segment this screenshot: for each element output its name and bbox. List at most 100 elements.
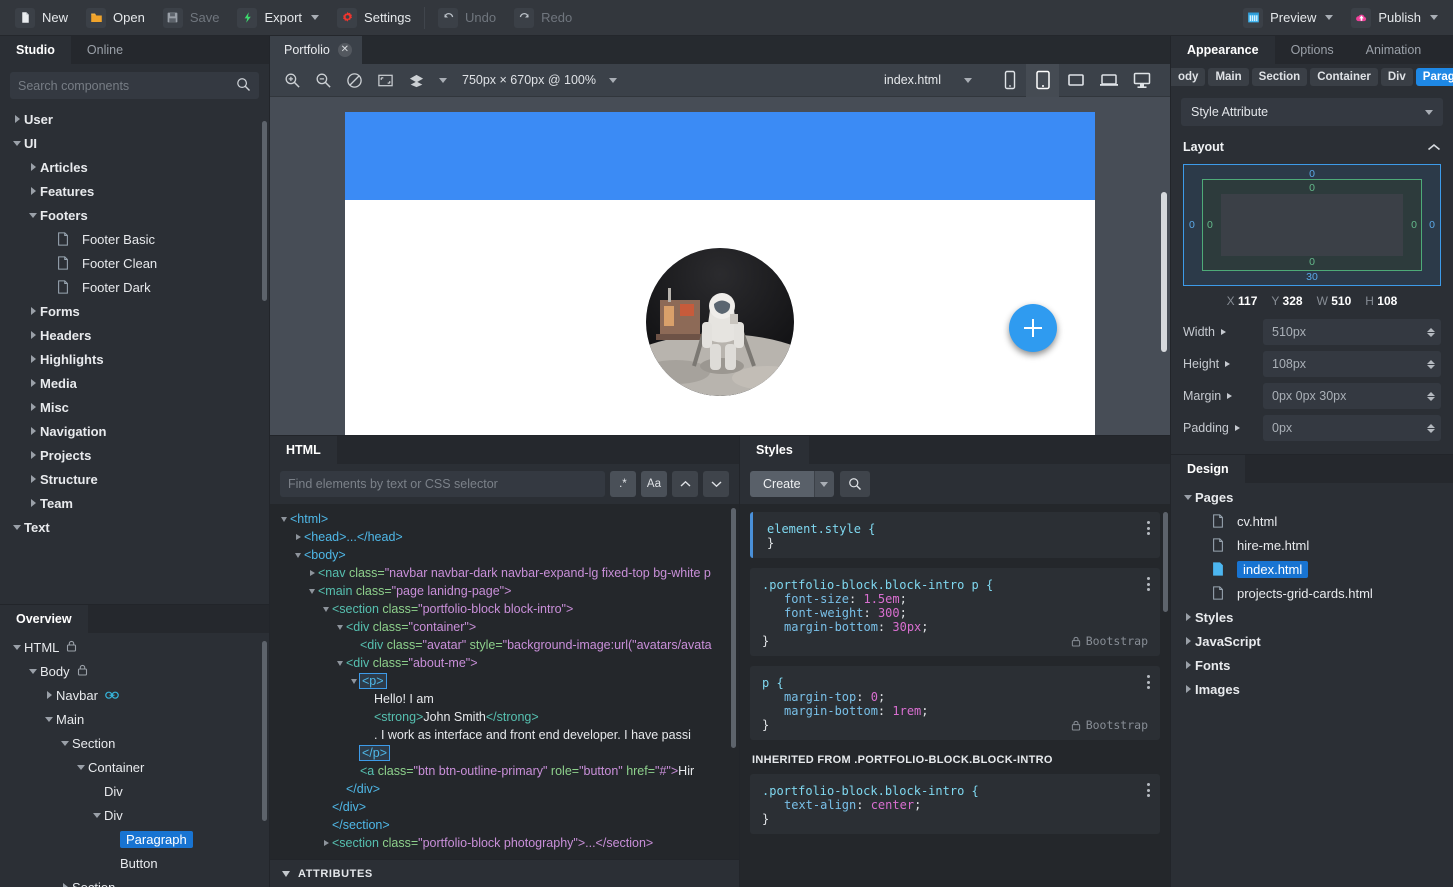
attributes-bar[interactable]: ATTRIBUTES (270, 859, 739, 887)
chevron-right-icon[interactable] (26, 427, 40, 435)
layers-chevron-down-icon[interactable] (439, 77, 447, 83)
chevron-down-icon[interactable] (334, 624, 346, 630)
save-button[interactable]: Save (154, 5, 229, 31)
overview-item-paragraph[interactable]: Paragraph (0, 827, 269, 851)
chevron-down-icon[interactable] (306, 588, 318, 594)
chevron-right-icon[interactable] (26, 451, 40, 459)
component-item-structure[interactable]: Structure (0, 467, 269, 491)
overview-item-main[interactable]: Main (0, 707, 269, 731)
overview-item-section[interactable]: Section (0, 875, 269, 887)
height-stepper[interactable] (1427, 359, 1437, 369)
width-stepper[interactable] (1427, 327, 1437, 337)
code-line[interactable]: <div class="container"> (270, 618, 739, 636)
component-item-team[interactable]: Team (0, 491, 269, 515)
styles-search-icon[interactable] (839, 471, 870, 497)
layers-icon[interactable] (406, 70, 426, 90)
code-line[interactable]: <html> (270, 510, 739, 528)
overview-item-button[interactable]: Button (0, 851, 269, 875)
chevron-right-icon[interactable] (26, 499, 40, 507)
tab-appearance[interactable]: Appearance (1171, 36, 1275, 64)
preview-button[interactable]: Preview (1234, 5, 1342, 31)
design-item-styles[interactable]: Styles (1171, 605, 1453, 629)
overview-item-html[interactable]: HTML (0, 635, 269, 659)
margin-right-value[interactable]: 0 (1429, 219, 1435, 231)
code-line[interactable]: </section> (270, 816, 739, 834)
canvas-viewport[interactable] (270, 97, 1170, 435)
code-tree-scrollbar[interactable] (731, 508, 736, 748)
code-line[interactable]: <body> (270, 546, 739, 564)
close-icon[interactable]: ✕ (337, 43, 352, 57)
component-item-footers[interactable]: Footers (0, 203, 269, 227)
search-icon[interactable] (236, 77, 251, 95)
code-line[interactable]: Hello! I am (270, 690, 739, 708)
component-item-text[interactable]: Text (0, 515, 269, 539)
overview-item-section[interactable]: Section (0, 731, 269, 755)
device-laptop-icon[interactable] (1092, 64, 1125, 97)
publish-button[interactable]: Publish (1342, 5, 1447, 31)
chevron-down-icon[interactable] (292, 552, 304, 558)
preview-intro-section[interactable] (345, 200, 1095, 430)
code-line[interactable]: <a class="btn btn-outline-primary" role=… (270, 762, 739, 780)
box-model-margin[interactable]: 0 0 0 30 0 0 0 0 (1183, 164, 1441, 286)
breadcrumb-item-div[interactable]: Div (1380, 68, 1413, 86)
code-line[interactable]: <nav class="navbar navbar-dark navbar-ex… (270, 564, 739, 582)
code-line[interactable]: </p> (270, 744, 739, 762)
preview-navbar[interactable] (345, 112, 1095, 200)
regex-toggle[interactable]: .* (609, 471, 636, 497)
open-button[interactable]: Open (77, 5, 154, 31)
chevron-down-icon[interactable] (278, 516, 290, 522)
chevron-right-icon[interactable] (26, 307, 40, 315)
tab-studio[interactable]: Studio (0, 36, 71, 64)
chevron-right-icon[interactable] (26, 403, 40, 411)
rule-menu-icon[interactable] (1147, 521, 1150, 535)
code-line[interactable]: <p> (270, 672, 739, 690)
create-label[interactable]: Create (750, 471, 814, 497)
device-tablet-icon[interactable] (1026, 63, 1059, 97)
canvas-filename-label[interactable]: index.html (884, 73, 941, 87)
export-button[interactable]: Export (228, 5, 328, 31)
zoom-out-icon[interactable] (313, 70, 333, 90)
breadcrumb-item-section[interactable]: Section (1251, 68, 1308, 86)
declaration-value[interactable]: 0 (871, 690, 878, 704)
overview-tree[interactable]: HTML Body Navbar Main Section Container Div Div… (0, 633, 269, 887)
find-next-button[interactable] (703, 471, 729, 497)
chevron-right-icon[interactable] (10, 115, 24, 123)
find-input[interactable] (288, 477, 597, 491)
zoom-chevron-down-icon[interactable] (608, 77, 617, 83)
chevron-right-icon[interactable] (292, 534, 304, 540)
declaration-value[interactable]: 1rem (892, 704, 921, 718)
box-model-diagram[interactable]: 0 0 0 30 0 0 0 0 (1183, 164, 1441, 286)
chevron-down-icon[interactable] (58, 740, 72, 746)
chevron-right-icon[interactable] (1220, 329, 1226, 335)
redo-button[interactable]: Redo (505, 5, 581, 31)
html-code-tree[interactable]: <html> <head>...</head> <body> <nav class="… (270, 504, 739, 859)
rule-menu-icon[interactable] (1147, 675, 1150, 689)
box-model-padding[interactable]: 0 0 0 0 (1202, 179, 1422, 271)
component-item-features[interactable]: Features (0, 179, 269, 203)
chevron-down-icon[interactable] (282, 870, 290, 877)
design-item-hire-me-html[interactable]: hire-me.html (1171, 533, 1453, 557)
style-source-select[interactable]: Style Attribute (1181, 98, 1443, 126)
styles-scrollbar[interactable] (1163, 512, 1168, 612)
component-item-projects[interactable]: Projects (0, 443, 269, 467)
design-item-fonts[interactable]: Fonts (1171, 653, 1453, 677)
style-rule[interactable]: .portfolio-block.block-intro {text-align… (750, 774, 1160, 834)
margin-input[interactable]: 0px 0px 30px (1263, 383, 1441, 409)
margin-stepper[interactable] (1427, 391, 1437, 401)
chevron-right-icon[interactable] (1225, 361, 1231, 367)
component-item-articles[interactable]: Articles (0, 155, 269, 179)
tab-design[interactable]: Design (1171, 455, 1245, 483)
search-input[interactable] (18, 78, 236, 93)
chevron-right-icon[interactable] (1234, 425, 1240, 431)
code-line[interactable]: <div class="about-me"> (270, 654, 739, 672)
chevron-down-icon[interactable] (320, 606, 332, 612)
overview-item-div[interactable]: Div (0, 803, 269, 827)
padding-stepper[interactable] (1427, 423, 1437, 433)
chevron-down-icon[interactable] (42, 716, 56, 722)
overview-item-navbar[interactable]: Navbar (0, 683, 269, 707)
style-declaration[interactable]: text-align: center; (762, 798, 1148, 812)
chevron-down-icon[interactable] (26, 668, 40, 674)
layout-section-header[interactable]: Layout (1171, 134, 1453, 160)
code-line[interactable]: <head>...</head> (270, 528, 739, 546)
design-item-pages[interactable]: Pages (1171, 485, 1453, 509)
